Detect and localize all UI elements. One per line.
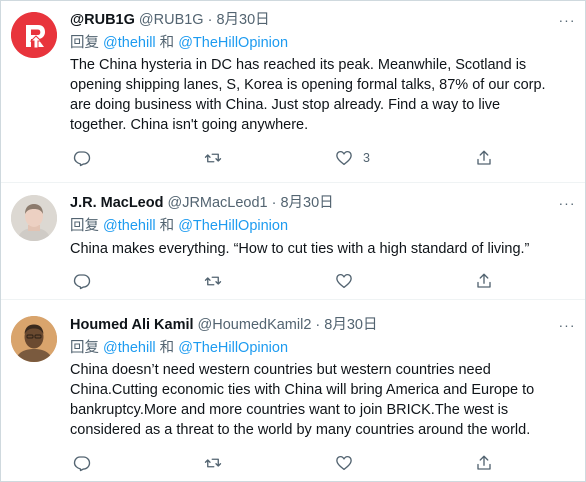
like-button[interactable] <box>335 271 363 291</box>
tweet-text-line: China doesn’t need western countries but… <box>70 362 491 378</box>
share-icon <box>477 455 491 470</box>
retweet-icon <box>204 458 222 468</box>
tweet-jrmacleod[interactable]: J.R. MacLeod @JRMacLeod1 · 8月30日 ··· 回复 … <box>1 183 585 300</box>
mention-link[interactable]: @TheHillOpinion <box>178 340 288 356</box>
tweet-text: China makes everything. “How to cut ties… <box>70 239 570 259</box>
retweet-button[interactable] <box>204 453 222 473</box>
tweet-header: Houmed Ali Kamil @HoumedKamil2 · 8月30日 <box>70 315 377 335</box>
reply-context: 回复 @thehill 和 @TheHillOpinion <box>70 216 288 236</box>
retweet-icon <box>204 276 222 286</box>
separator-dot: · <box>315 317 321 333</box>
tweet-text-line: The China hysteria in DC has reached its… <box>70 57 527 73</box>
tweet-text-line: considered as a threat to the world by m… <box>70 422 531 438</box>
separator-dot: · <box>271 195 277 211</box>
like-count: 3 <box>363 151 370 165</box>
user-handle[interactable]: @HoumedKamil2 <box>198 315 312 335</box>
like-button[interactable]: 3 <box>335 148 370 168</box>
more-icon[interactable]: ··· <box>557 318 577 338</box>
reply-prefix: 回复 <box>70 340 104 356</box>
tweet-rub1g[interactable]: @RUB1G @RUB1G · 8月30日 ··· 回复 @thehill 和 … <box>1 1 585 183</box>
reply-prefix: 回复 <box>70 218 104 234</box>
tweet-text-line: China.Cutting economic ties with China w… <box>70 382 535 398</box>
mention-link[interactable]: @thehill <box>103 340 156 356</box>
tweet-date[interactable]: 8月30日 <box>216 10 269 30</box>
tweet-text-line: opening shipping lanes, S, Korea is open… <box>70 77 546 93</box>
reply-icon <box>73 151 91 167</box>
retweet-button[interactable] <box>204 148 222 168</box>
avatar[interactable] <box>11 12 57 58</box>
retweet-icon <box>204 153 222 163</box>
rub1g-logo-icon <box>11 12 57 58</box>
heart-icon <box>336 455 352 471</box>
reply-context: 回复 @thehill 和 @TheHillOpinion <box>70 338 288 358</box>
heart-icon <box>336 150 352 166</box>
reply-context: 回复 @thehill 和 @TheHillOpinion <box>70 33 288 53</box>
share-button[interactable] <box>475 148 493 168</box>
retweet-button[interactable] <box>204 271 222 291</box>
reply-thread: @RUB1G @RUB1G · 8月30日 ··· 回复 @thehill 和 … <box>0 0 586 482</box>
reply-icon <box>73 274 91 290</box>
mention-link[interactable]: @TheHillOpinion <box>178 35 288 51</box>
avatar[interactable] <box>11 195 57 241</box>
user-handle[interactable]: @RUB1G <box>139 10 204 30</box>
reply-button[interactable] <box>73 148 91 168</box>
share-button[interactable] <box>475 271 493 291</box>
tweet-text-line: China makes everything. “How to cut ties… <box>70 241 530 257</box>
mention-link[interactable]: @TheHillOpinion <box>178 218 288 234</box>
reply-prefix: 回复 <box>70 35 104 51</box>
reply-button[interactable] <box>73 453 91 473</box>
reply-joiner: 和 <box>155 35 179 51</box>
user-photo-icon <box>11 195 57 241</box>
tweet-header: J.R. MacLeod @JRMacLeod1 · 8月30日 <box>70 193 334 213</box>
more-icon[interactable]: ··· <box>557 13 577 33</box>
display-name[interactable]: @RUB1G <box>70 10 135 30</box>
mention-link[interactable]: @thehill <box>103 218 156 234</box>
tweet-text-line: together. China isn't going anywhere. <box>70 117 309 133</box>
share-icon <box>477 150 491 165</box>
reply-icon <box>73 456 91 472</box>
tweet-houmed[interactable]: Houmed Ali Kamil @HoumedKamil2 · 8月30日 ·… <box>1 300 585 481</box>
separator-dot: · <box>207 12 213 28</box>
more-icon[interactable]: ··· <box>557 196 577 216</box>
reply-button[interactable] <box>73 271 91 291</box>
reply-joiner: 和 <box>155 218 179 234</box>
like-button[interactable] <box>335 453 363 473</box>
tweet-text-line: bankruptcy.More and more countries want … <box>70 402 509 418</box>
tweet-text: China doesn’t need western countries but… <box>70 360 570 440</box>
tweet-date[interactable]: 8月30日 <box>280 193 333 213</box>
mention-link[interactable]: @thehill <box>103 35 156 51</box>
display-name[interactable]: J.R. MacLeod <box>70 193 163 213</box>
share-icon <box>477 273 491 288</box>
share-button[interactable] <box>475 453 493 473</box>
user-photo-icon <box>11 316 57 362</box>
display-name[interactable]: Houmed Ali Kamil <box>70 315 194 335</box>
user-handle[interactable]: @JRMacLeod1 <box>167 193 267 213</box>
tweet-header: @RUB1G @RUB1G · 8月30日 <box>70 10 270 30</box>
avatar[interactable] <box>11 316 57 362</box>
tweet-text: The China hysteria in DC has reached its… <box>70 55 570 135</box>
reply-joiner: 和 <box>155 340 179 356</box>
heart-icon <box>336 273 352 289</box>
tweet-date[interactable]: 8月30日 <box>324 315 377 335</box>
tweet-text-line: are doing business with China. Just stop… <box>70 97 501 113</box>
